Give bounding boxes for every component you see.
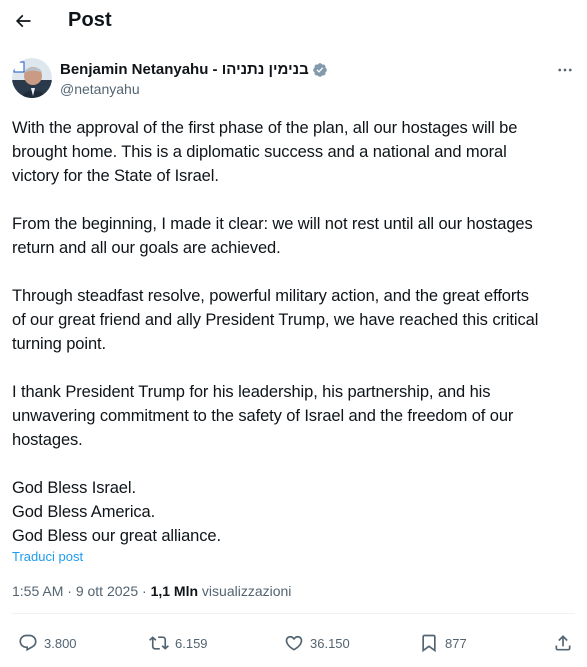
like-count: 36.150	[310, 635, 350, 651]
share-icon	[555, 635, 571, 651]
post-paragraph: God Bless Israel. God Bless America. God…	[12, 476, 582, 548]
share-button[interactable]	[553, 630, 573, 656]
author-handle[interactable]: @netanyahu	[60, 81, 140, 97]
text-line: God Bless our great alliance.	[12, 527, 221, 545]
avatar[interactable]	[12, 58, 52, 98]
post-date[interactable]: 9 ott 2025	[76, 583, 138, 599]
text-line: of our great friend and ally President T…	[12, 311, 539, 329]
text-line: brought home. This is a diplomatic succe…	[12, 143, 507, 161]
heart-icon	[285, 635, 303, 651]
post-paragraph: I thank President Trump for his leadersh…	[12, 380, 582, 452]
reply-button[interactable]: 3.800	[18, 630, 77, 656]
divider	[12, 613, 575, 614]
text-line: I thank President Trump for his leadersh…	[12, 383, 491, 401]
repost-button[interactable]: 6.159	[149, 630, 208, 656]
meta-separator: ·	[63, 583, 76, 599]
reply-count: 3.800	[44, 635, 77, 651]
post-actions: 3.800 6.159 36.150 877	[12, 630, 575, 656]
text-line: Through steadfast resolve, powerful mili…	[12, 287, 529, 305]
post-paragraph: Through steadfast resolve, powerful mili…	[12, 284, 582, 356]
text-line: return and all our goals are achieved.	[12, 239, 281, 257]
post-meta: 1:55 AM · 9 ott 2025 · 1,1 Mln visualizz…	[12, 583, 291, 599]
repost-icon	[149, 636, 169, 650]
more-dots-icon	[558, 68, 572, 72]
text-line: With the approval of the first phase of …	[12, 119, 518, 137]
text-line: unwavering commitment to the safety of I…	[12, 407, 514, 425]
post-time[interactable]: 1:55 AM	[12, 583, 63, 599]
bookmark-button[interactable]: 877	[419, 630, 467, 656]
back-button[interactable]	[10, 8, 36, 34]
views-count[interactable]: 1,1 Mln	[151, 583, 198, 599]
text-line: God Bless America.	[12, 503, 156, 521]
repost-count: 6.159	[175, 635, 208, 651]
post-paragraph: With the approval of the first phase of …	[12, 116, 582, 188]
meta-separator: ·	[138, 583, 151, 599]
post-header: Post	[0, 0, 587, 44]
display-name[interactable]: Benjamin Netanyahu - בנימין נתניהו	[60, 61, 309, 78]
verified-badge-icon	[312, 62, 328, 78]
text-line: victory for the State of Israel.	[12, 167, 219, 185]
bookmark-count: 877	[445, 635, 467, 651]
views-label: visualizzazioni	[201, 583, 292, 599]
arrow-left-icon	[15, 14, 31, 28]
text-line: God Bless Israel.	[12, 479, 136, 497]
bookmark-icon	[422, 634, 436, 653]
like-button[interactable]: 36.150	[284, 630, 350, 656]
more-options-button[interactable]	[555, 60, 575, 80]
reply-icon	[19, 634, 37, 652]
translate-post-link[interactable]: Traduci post	[12, 549, 83, 564]
text-line: From the beginning, I made it clear: we …	[12, 215, 533, 233]
post-author: Benjamin Netanyahu - בנימין נתניהו @neta…	[12, 58, 575, 104]
author-name-row: Benjamin Netanyahu - בנימין נתניהו	[60, 61, 328, 78]
text-line: hostages.	[12, 431, 83, 449]
text-line: turning point.	[12, 335, 106, 353]
post-text: With the approval of the first phase of …	[12, 116, 582, 548]
page-title: Post	[68, 9, 112, 31]
post-paragraph: From the beginning, I made it clear: we …	[12, 212, 582, 260]
